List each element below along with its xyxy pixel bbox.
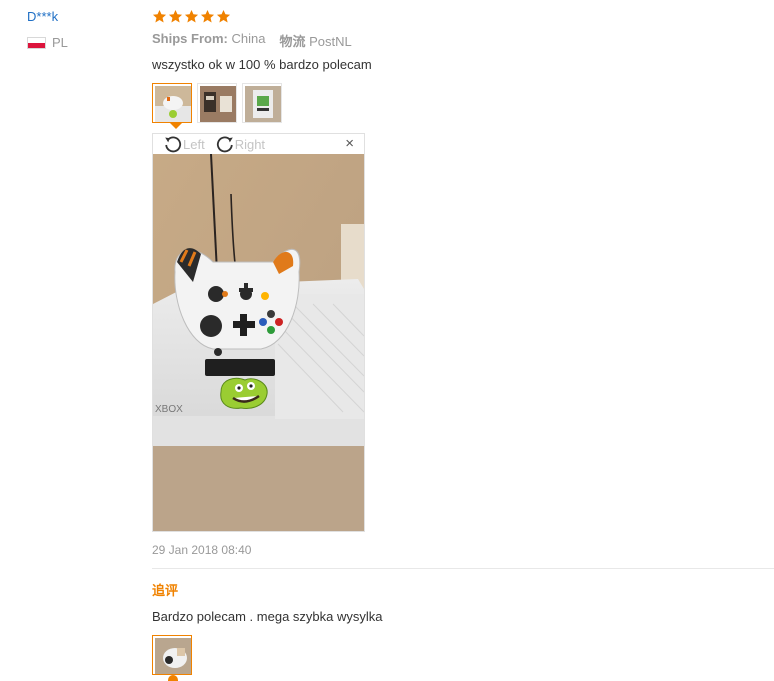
star-icon <box>216 9 231 24</box>
review-date: 29 Jan 2018 08:40 <box>152 543 252 557</box>
review-thumbnail-2[interactable] <box>197 83 237 123</box>
review-thumbnail-3[interactable] <box>242 83 282 123</box>
photo-viewer: Left Right × XBOX <box>152 133 365 532</box>
active-thumbnail-pointer <box>168 675 178 681</box>
rotate-right-button[interactable]: Right <box>215 134 265 154</box>
review-thumbnail-1[interactable] <box>152 83 192 123</box>
logistics-value: PostNL <box>309 34 352 49</box>
rotate-right-label: Right <box>234 136 266 152</box>
followup-text: Bardzo polecam . mega szybka wysylka <box>152 609 383 624</box>
star-icon <box>152 9 167 24</box>
reviewer-country: PL <box>27 35 68 50</box>
ships-from-label: Ships From: <box>152 31 228 46</box>
followup-thumbnail-1[interactable] <box>152 635 192 675</box>
star-rating <box>152 9 231 24</box>
review-text: wszystko ok w 100 % bardzo polecam <box>152 57 372 72</box>
divider <box>152 568 774 569</box>
svg-text:XBOX: XBOX <box>155 404 183 415</box>
close-icon[interactable]: × <box>345 136 354 152</box>
review-thumbnails <box>152 83 282 123</box>
viewer-toolbar: Left Right × <box>153 134 364 154</box>
star-icon <box>168 9 183 24</box>
rotate-left-button[interactable]: Left <box>163 134 205 154</box>
thumbnail-photo <box>200 86 236 122</box>
rotate-right-icon <box>216 136 233 153</box>
active-thumbnail-pointer <box>170 123 182 129</box>
followup-thumbnails <box>152 635 192 675</box>
rotate-left-label: Left <box>183 136 205 152</box>
country-code: PL <box>52 35 68 50</box>
thumbnail-photo <box>245 86 281 122</box>
controller-photo: XBOX <box>153 154 364 531</box>
followup-title: 追评 <box>152 583 179 598</box>
review-photo: XBOX <box>153 154 364 531</box>
reviewer-name[interactable]: D***k <box>27 9 58 24</box>
poland-flag-icon <box>27 36 46 49</box>
ships-from-value: China <box>231 31 266 46</box>
thumbnail-photo <box>155 86 191 122</box>
star-icon <box>200 9 215 24</box>
star-icon <box>184 9 199 24</box>
thumbnail-photo <box>155 638 191 674</box>
rotate-left-icon <box>165 136 182 153</box>
shipping-info: Ships From: China 物流 PostNL <box>152 31 352 50</box>
logistics-label: 物流 <box>279 34 306 49</box>
